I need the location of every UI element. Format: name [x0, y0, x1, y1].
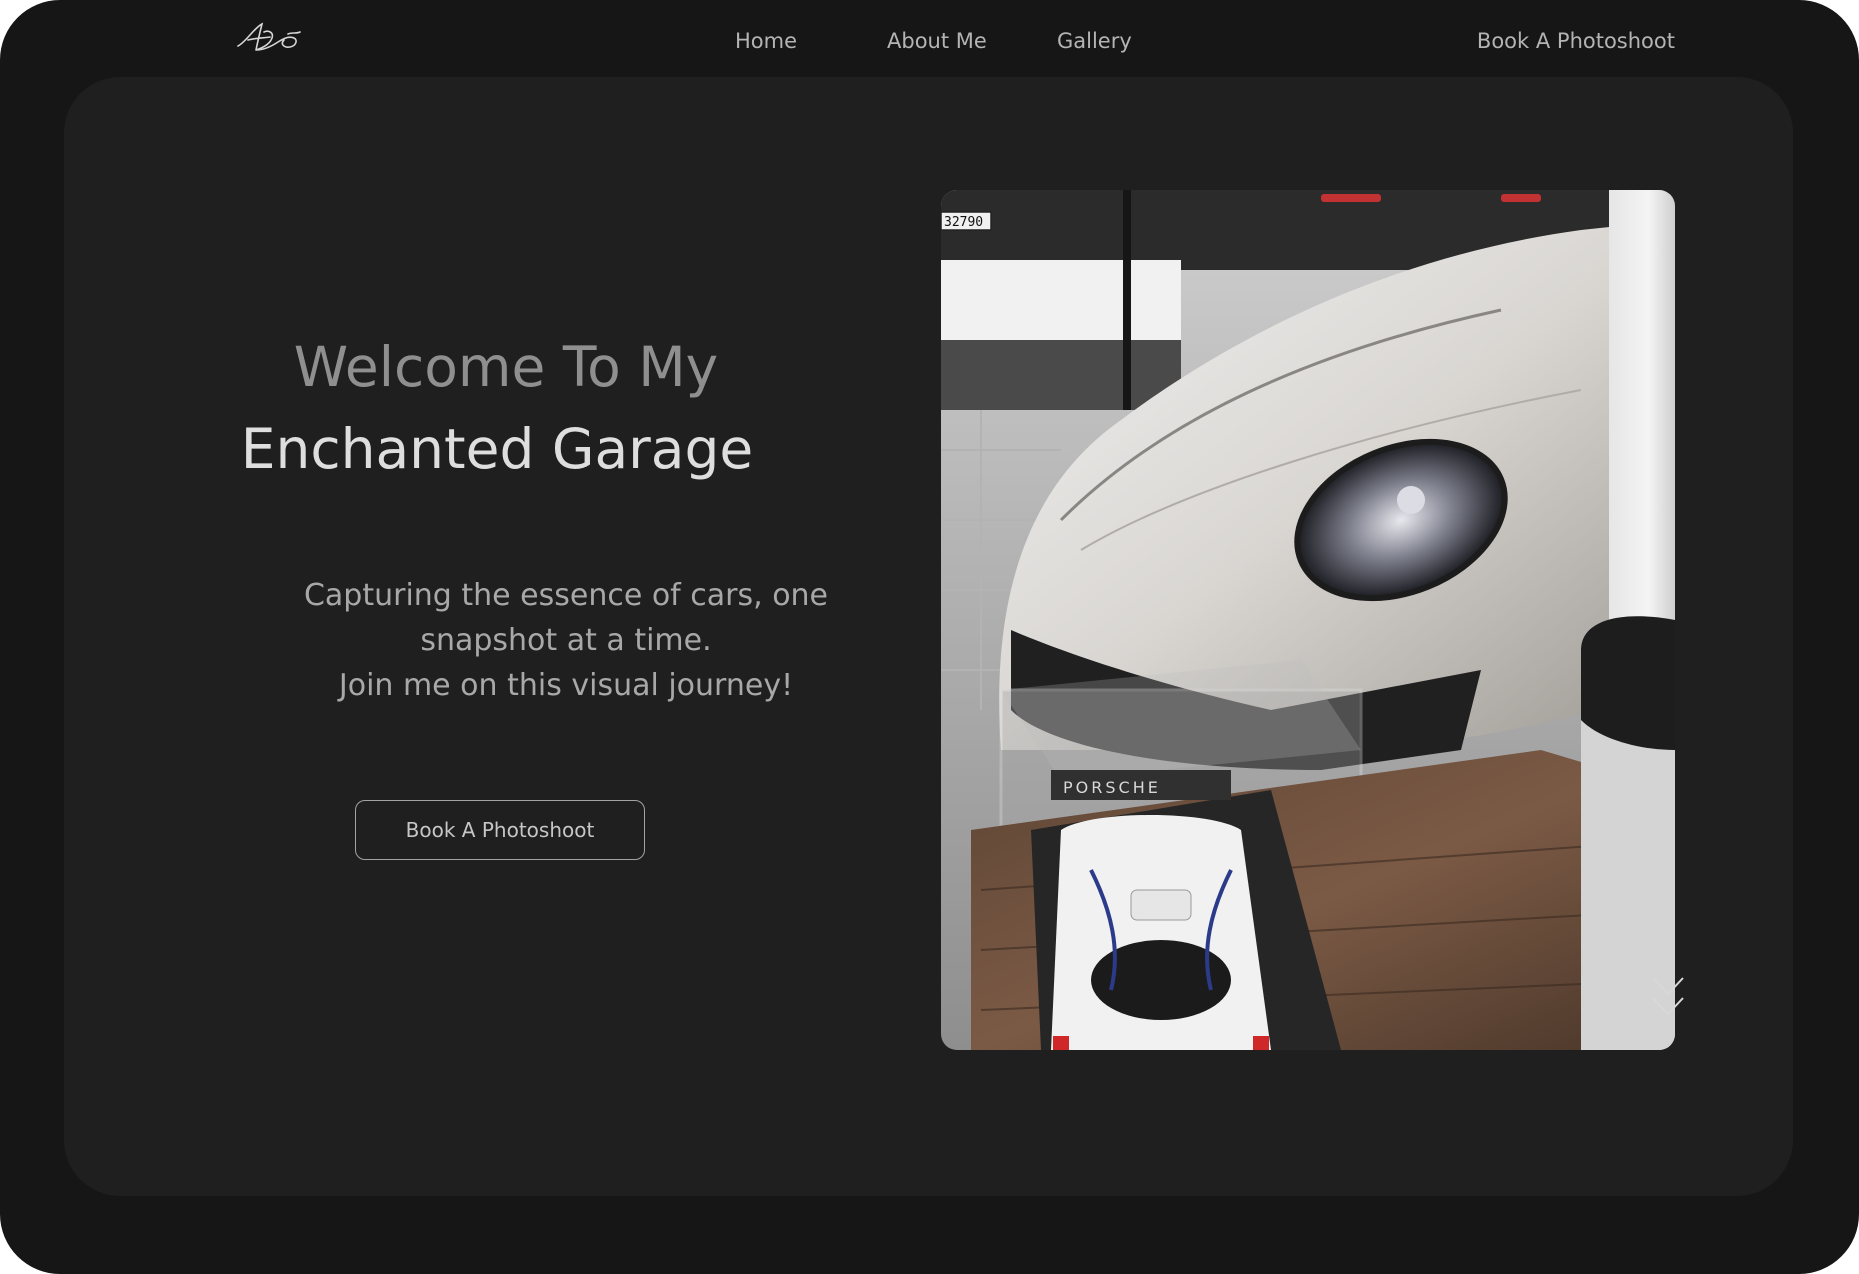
- double-chevron-down-icon[interactable]: [1650, 974, 1686, 1018]
- hero-panel: Welcome To My Enchanted Garage Capturing…: [64, 77, 1793, 1196]
- plate-text: 32790: [944, 215, 983, 230]
- signature-logo-icon[interactable]: [234, 20, 306, 60]
- hero-tagline: Capturing the essence of cars, one snaps…: [214, 573, 918, 708]
- hero-title-welcome: Welcome To My: [293, 335, 719, 399]
- hero-tagline-line: Join me on this visual journey!: [338, 668, 794, 703]
- hero-car-photo: 32790 PORSCHE: [941, 190, 1675, 1050]
- nav-about-link[interactable]: About Me: [887, 26, 987, 56]
- nav-home-link[interactable]: Home: [735, 26, 797, 56]
- hero-tagline-line: snapshot at a time.: [420, 623, 712, 658]
- book-photoshoot-button[interactable]: Book A Photoshoot: [355, 800, 645, 860]
- hero-tagline-line: Capturing the essence of cars, one: [303, 578, 829, 613]
- model-brand-text: PORSCHE: [1063, 778, 1161, 797]
- car-showroom-image: 32790 PORSCHE: [941, 190, 1675, 1050]
- nav-book-photoshoot-link[interactable]: Book A Photoshoot: [1477, 26, 1675, 56]
- app-frame: Home About Me Gallery Book A Photoshoot …: [0, 0, 1859, 1274]
- hero-title-garage: Enchanted Garage: [240, 417, 754, 481]
- nav-gallery-link[interactable]: Gallery: [1057, 26, 1132, 56]
